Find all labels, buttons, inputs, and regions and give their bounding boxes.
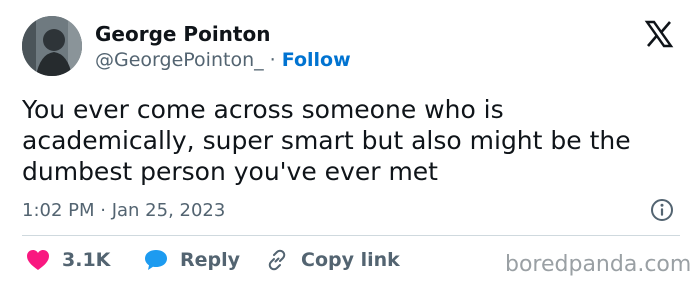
watermark: boredpanda.com bbox=[505, 252, 692, 277]
tweet-timestamp[interactable]: 1:02 PM · Jan 25, 2023 bbox=[22, 200, 225, 221]
reply-button[interactable]: Reply bbox=[144, 248, 240, 272]
link-icon bbox=[268, 249, 286, 271]
divider bbox=[22, 235, 680, 236]
author-handle-row: @GeorgePointon_ · Follow bbox=[95, 49, 351, 71]
author-name[interactable]: George Pointon bbox=[95, 22, 270, 46]
avatar-photo bbox=[22, 16, 82, 76]
follow-button[interactable]: Follow bbox=[282, 49, 351, 71]
speech-bubble-icon bbox=[145, 250, 167, 270]
like-button[interactable]: 3.1K bbox=[26, 248, 110, 272]
like-count: 3.1K bbox=[62, 249, 111, 271]
author-handle[interactable]: @GeorgePointon_ bbox=[95, 49, 264, 71]
avatar[interactable] bbox=[22, 16, 82, 76]
copy-link-label: Copy link bbox=[301, 249, 400, 271]
tweet-text: You ever come across someone who is acad… bbox=[22, 95, 631, 186]
x-logo-icon[interactable] bbox=[644, 19, 674, 49]
copy-link-button[interactable]: Copy link bbox=[265, 248, 400, 272]
info-icon[interactable] bbox=[650, 198, 674, 222]
separator-dot: · bbox=[263, 49, 282, 71]
reply-label: Reply bbox=[180, 249, 241, 271]
heart-icon bbox=[27, 250, 49, 270]
